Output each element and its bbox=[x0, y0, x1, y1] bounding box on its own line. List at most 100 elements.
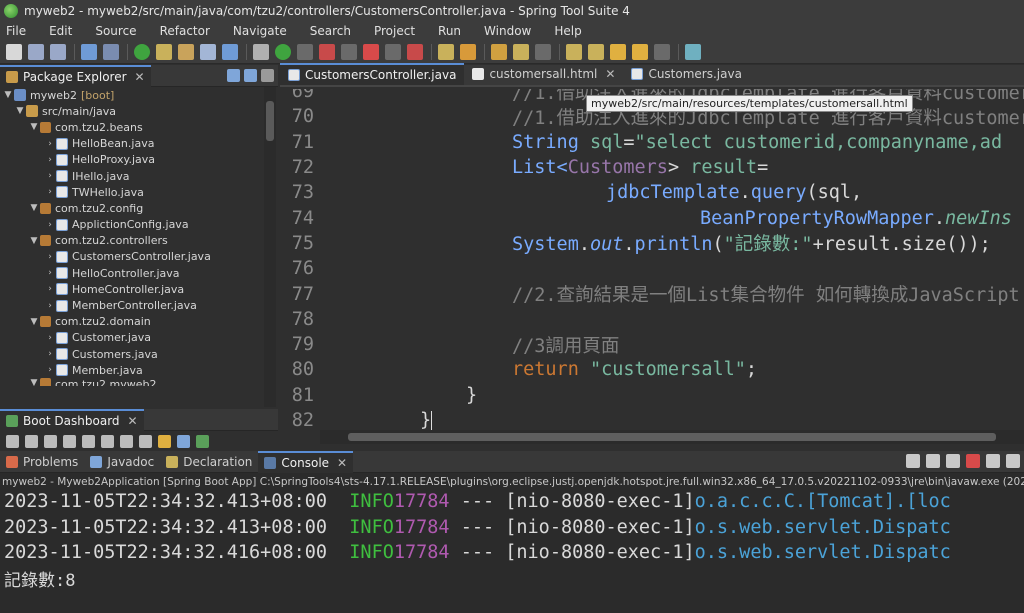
new-java-class-icon[interactable] bbox=[438, 43, 454, 60]
tree-package[interactable]: ▼ com.tzu2.beans bbox=[0, 119, 262, 135]
tree-file[interactable]: › HelloProxy.java bbox=[0, 152, 262, 168]
menu-run[interactable]: Run bbox=[438, 24, 461, 38]
chevron-right-icon[interactable]: › bbox=[44, 139, 56, 149]
view-menu-icon[interactable] bbox=[261, 69, 274, 82]
close-icon[interactable]: ✕ bbox=[128, 414, 138, 428]
tree-scrollbar[interactable] bbox=[264, 87, 276, 407]
tree-package[interactable]: ▼ com.tzu2.controllers bbox=[0, 233, 262, 249]
terminate-icon[interactable] bbox=[966, 454, 980, 468]
add-icon[interactable] bbox=[196, 435, 209, 448]
menu-edit[interactable]: Edit bbox=[49, 24, 72, 38]
chevron-right-icon[interactable]: › bbox=[44, 220, 56, 230]
chevron-down-icon[interactable]: ▼ bbox=[28, 378, 40, 386]
menu-search[interactable]: Search bbox=[310, 24, 351, 38]
tab-problems[interactable]: Problems bbox=[0, 451, 84, 473]
link-editor-icon[interactable] bbox=[244, 69, 257, 82]
menu-refactor[interactable]: Refactor bbox=[160, 24, 210, 38]
tree-project[interactable]: ▼ myweb2 [boot] bbox=[0, 87, 262, 103]
scrollbar-thumb[interactable] bbox=[348, 433, 996, 441]
chevron-right-icon[interactable]: › bbox=[44, 252, 56, 262]
menu-help[interactable]: Help bbox=[554, 24, 581, 38]
pencil-icon[interactable] bbox=[513, 43, 529, 60]
skip-breakpoints-icon[interactable] bbox=[103, 43, 119, 60]
editor-tab-customersall-html[interactable]: customersall.html ✕ bbox=[464, 63, 623, 85]
menu-navigate[interactable]: Navigate bbox=[233, 24, 287, 38]
tab-declaration[interactable]: Declaration bbox=[160, 451, 258, 473]
chevron-down-icon[interactable]: ▼ bbox=[28, 203, 40, 213]
search-icon[interactable] bbox=[200, 43, 216, 60]
back-icon[interactable] bbox=[610, 43, 626, 60]
collapse-all-icon[interactable] bbox=[227, 69, 240, 82]
open-folder-icon[interactable] bbox=[491, 43, 507, 60]
console-icon[interactable] bbox=[101, 435, 114, 448]
tree-file[interactable]: › HelloController.java bbox=[0, 265, 262, 281]
dropdown-arrow-icon[interactable] bbox=[341, 43, 357, 60]
chevron-right-icon[interactable]: › bbox=[44, 268, 56, 278]
chevron-right-icon[interactable]: › bbox=[44, 155, 56, 165]
tree-file[interactable]: › HomeController.java bbox=[0, 281, 262, 297]
chevron-down-icon[interactable]: ▼ bbox=[28, 317, 40, 327]
start-icon[interactable] bbox=[25, 435, 38, 448]
tab-boot-dashboard[interactable]: Boot Dashboard ✕ bbox=[0, 408, 144, 431]
previous-annotation-icon[interactable] bbox=[588, 43, 604, 60]
boot-relaunch-icon[interactable] bbox=[134, 43, 150, 60]
filter-icon[interactable] bbox=[177, 435, 190, 448]
tree-file[interactable]: › MemberController.java bbox=[0, 297, 262, 313]
open-task-icon[interactable] bbox=[178, 43, 194, 60]
tree-file[interactable]: › Customers.java bbox=[0, 346, 262, 362]
stop-icon[interactable] bbox=[363, 43, 379, 60]
external-tools-icon[interactable] bbox=[253, 43, 269, 60]
editor-horizontal-scrollbar[interactable] bbox=[320, 430, 1024, 444]
toggle-mark-icon[interactable] bbox=[222, 43, 238, 60]
tree-file[interactable]: › ApplictionConfig.java bbox=[0, 217, 262, 233]
menu-project[interactable]: Project bbox=[374, 24, 415, 38]
bulb-icon[interactable] bbox=[158, 435, 171, 448]
chevron-down-icon[interactable]: ▼ bbox=[28, 236, 40, 246]
new-package-icon[interactable] bbox=[460, 43, 476, 60]
tree-file[interactable]: › HelloBean.java bbox=[0, 136, 262, 152]
dropdown-arrow-icon[interactable] bbox=[297, 43, 313, 60]
tree-file[interactable]: › Customer.java bbox=[0, 330, 262, 346]
clear-console-icon[interactable] bbox=[1006, 454, 1020, 468]
chevron-down-icon[interactable]: ▼ bbox=[28, 122, 40, 132]
tree-file[interactable]: › Member.java bbox=[0, 362, 262, 378]
tree-package[interactable]: ▼ com.tzu2.config bbox=[0, 200, 262, 216]
chevron-right-icon[interactable]: › bbox=[44, 349, 56, 359]
close-icon[interactable]: ✕ bbox=[337, 456, 347, 470]
tab-package-explorer[interactable]: Package Explorer ✕ bbox=[0, 64, 151, 87]
coverage-icon[interactable] bbox=[407, 43, 423, 60]
forward-icon[interactable] bbox=[632, 43, 648, 60]
tree-package[interactable]: ▼ com.tzu2.domain bbox=[0, 314, 262, 330]
debug-icon[interactable] bbox=[319, 43, 335, 60]
chevron-down-icon[interactable]: ▼ bbox=[14, 106, 26, 116]
editor-tab-customers-java[interactable]: Customers.java bbox=[623, 63, 750, 85]
refresh-icon[interactable] bbox=[6, 435, 19, 448]
tab-console[interactable]: Console ✕ bbox=[258, 450, 354, 473]
new-icon[interactable] bbox=[6, 43, 22, 60]
stop-icon[interactable] bbox=[63, 435, 76, 448]
chevron-right-icon[interactable]: › bbox=[44, 333, 56, 343]
tree-package[interactable]: ▼ com.tzu2.myweb2 bbox=[0, 378, 262, 387]
tree-file[interactable]: › TWHello.java bbox=[0, 184, 262, 200]
open-browser-icon[interactable] bbox=[82, 435, 95, 448]
run-icon[interactable] bbox=[275, 43, 291, 60]
debug-icon[interactable] bbox=[44, 435, 57, 448]
menu-source[interactable]: Source bbox=[95, 24, 136, 38]
editor-tab-customerscontroller[interactable]: CustomersController.java bbox=[280, 63, 465, 85]
chevron-down-icon[interactable]: ▼ bbox=[2, 90, 14, 100]
tree-file[interactable]: › IHello.java bbox=[0, 168, 262, 184]
perspective-icon[interactable] bbox=[685, 43, 701, 60]
dropdown-arrow-icon[interactable] bbox=[535, 43, 551, 60]
save-icon[interactable] bbox=[28, 43, 44, 60]
save-all-icon[interactable] bbox=[50, 43, 66, 60]
console-output[interactable]: 2023-11-05T22:34:32.413+08:00 INFO 17784… bbox=[0, 489, 1024, 591]
chevron-right-icon[interactable]: › bbox=[44, 284, 56, 294]
dropdown-arrow-icon[interactable] bbox=[654, 43, 670, 60]
remove-launch-icon[interactable] bbox=[926, 454, 940, 468]
tab-javadoc[interactable]: Javadoc bbox=[84, 451, 160, 473]
open-type-icon[interactable] bbox=[156, 43, 172, 60]
tree-file[interactable]: › CustomersController.java bbox=[0, 249, 262, 265]
chevron-right-icon[interactable]: › bbox=[44, 187, 56, 197]
menu-file[interactable]: File bbox=[6, 24, 26, 38]
close-icon[interactable]: ✕ bbox=[135, 70, 145, 84]
